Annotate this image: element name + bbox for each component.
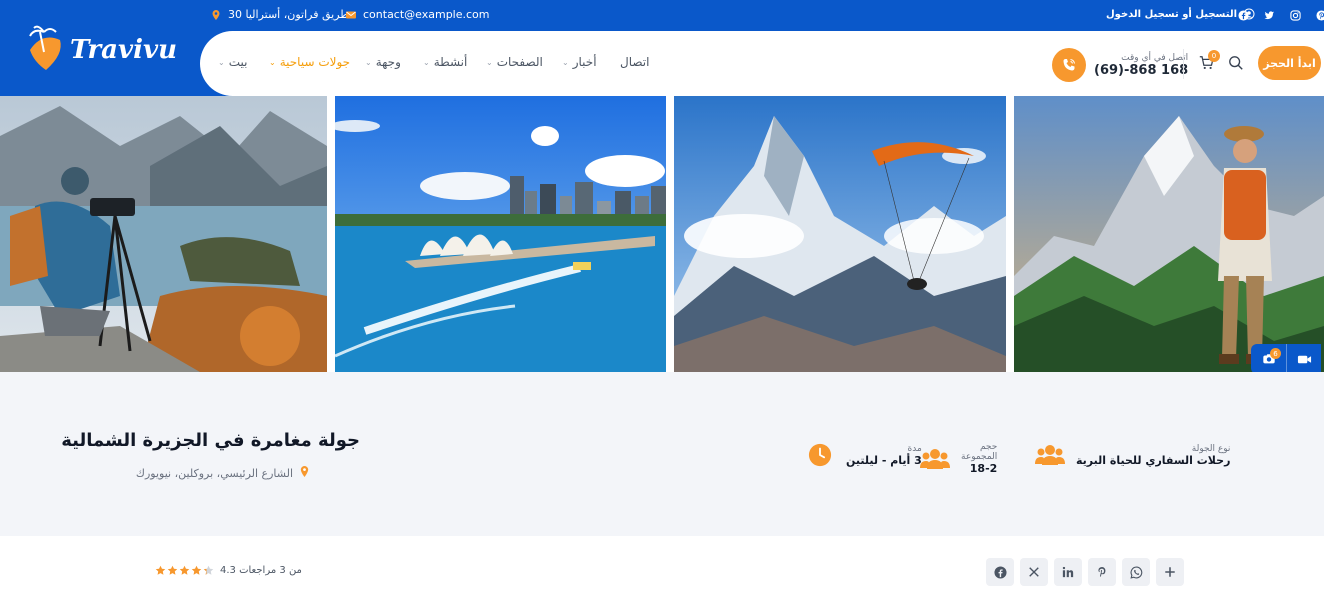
search-button[interactable] [1228,55,1246,73]
twitter-icon[interactable] [1256,8,1282,22]
main-nav-bar: ⌄ بيت ⌄ جولات سياحية ⌄ وجهة ⌄ أنشطة ⌄ ال… [200,31,1324,96]
nav-item-contact[interactable]: اتصال [620,55,649,69]
star-icon [191,565,202,575]
facebook-icon[interactable] [1230,8,1256,22]
address-info: طريق فراتون، أستراليا 30 [210,8,349,21]
call-info[interactable]: اتصل في أي وقت (69)-868 168 [1052,48,1188,82]
gallery-media-buttons: 6 [1251,344,1321,374]
nav-label: وجهة [375,55,401,69]
fact-value: 18-2 [969,462,998,475]
gallery-image-hiker[interactable] [1014,96,1324,372]
pinterest-icon[interactable] [1308,8,1324,22]
nav-label: أنشطة [433,55,468,69]
share-x-button[interactable] [1020,558,1048,586]
fact-label: نوع الجولة [1191,443,1231,454]
login-text: التسجيل أو تسجيل الدخول [1106,8,1238,20]
chevron-down-icon: ⌄ [423,57,430,67]
map-pin-icon [210,9,222,21]
call-label: اتصل في أي وقت [1121,52,1189,63]
video-camera-icon [1297,355,1311,363]
fact-tour-type: نوع الجولة رحلات السفاري للحياة البرية [1034,442,1230,468]
fact-group-size: حجم المجموعة 18-2 [919,442,997,475]
map-pin-icon [299,465,310,481]
video-button[interactable] [1286,344,1321,374]
whatsapp-icon [1129,566,1142,579]
x-icon [1029,567,1039,577]
share-facebook-button[interactable] [986,558,1014,586]
site-logo[interactable]: Travivu [20,22,180,74]
nav-item-tours[interactable]: ⌄ جولات سياحية [269,55,350,69]
rating-text: من 3 مراجعات 4.3 [220,565,302,576]
top-bar: طريق فراتون، أستراليا 30 contact@example… [200,0,1324,30]
rating-summary: من 3 مراجعات 4.3 [155,565,302,576]
photo-count-badge: 6 [1270,348,1281,359]
star-icon [179,565,190,575]
group-icon [919,446,951,472]
fact-duration: مدة 3 أيام - ليلتين [804,442,922,468]
address-text: طريق فراتون، أستراليا 30 [228,8,350,21]
nav-item-activities[interactable]: ⌄ أنشطة [423,55,467,69]
nav-label: الصفحات [496,55,543,69]
tour-title: جولة مغامرة في الجزيرة الشمالية [61,430,360,451]
star-icon [167,565,178,575]
location-text: الشارع الرئيسي، بروكلين، نيويورك [135,466,293,480]
share-more-button[interactable] [1156,558,1184,586]
instagram-icon[interactable] [1282,8,1308,22]
search-icon [1229,56,1243,70]
linkedin-icon [1062,566,1074,578]
cart-button[interactable]: 0 [1198,50,1220,74]
gallery-image-photographer[interactable] [0,96,327,372]
nav-item-pages[interactable]: ⌄ الصفحات [486,55,543,69]
nav-label: بيت [228,55,248,69]
fact-label: مدة [907,443,922,454]
nav-label: جولات سياحية [279,55,351,69]
logo-text: Travivu [70,35,177,65]
share-pinterest-button[interactable] [1088,558,1116,586]
fact-label: حجم المجموعة [961,442,998,462]
share-buttons [986,558,1184,586]
photos-button[interactable]: 6 [1251,344,1286,374]
tour-meta-bar: من 3 مراجعات 4.3 [0,536,1324,593]
chevron-down-icon: ⌄ [218,57,225,67]
chevron-down-icon: ⌄ [486,57,493,67]
chevron-down-icon: ⌄ [365,57,372,67]
call-number: (69)-868 168 [1094,62,1189,78]
start-booking-button[interactable]: ابدأ الحجز [1258,46,1321,80]
nav-label: اتصال [620,55,650,69]
email-info[interactable]: contact@example.com [345,8,490,21]
nav-item-destination[interactable]: ⌄ وجهة [365,55,401,69]
mail-icon [345,9,357,21]
tour-info-section: جولة مغامرة في الجزيرة الشمالية الشارع ا… [0,372,1324,536]
cart-count-badge: 0 [1208,50,1220,62]
facebook-icon [993,565,1007,579]
phone-icon [1052,48,1086,82]
users-icon [1034,442,1066,468]
fact-value: 3 أيام - ليلتين [846,453,922,467]
share-linkedin-button[interactable] [1054,558,1082,586]
star-icon [155,565,166,575]
nav-label: أخبار [572,55,597,69]
star-rating [155,565,214,576]
email-text: contact@example.com [363,8,490,21]
plus-icon [1165,567,1175,577]
nav-item-news[interactable]: ⌄ أخبار [562,55,597,69]
gallery-image-sydney[interactable] [335,96,666,372]
nav-item-home[interactable]: ⌄ بيت [218,55,247,69]
fact-value: رحلات السفاري للحياة البرية [1076,453,1231,467]
chevron-down-icon: ⌄ [269,57,276,67]
star-half-icon [203,565,214,575]
gallery-image-paraglider[interactable] [674,96,1006,372]
chevron-down-icon: ⌄ [562,57,569,67]
share-whatsapp-button[interactable] [1122,558,1150,586]
tour-gallery: 6 [0,96,1324,374]
clock-icon [804,442,836,468]
site-header: Travivu طريق فراتون، أستراليا 30 contact… [0,0,1324,96]
social-links [1230,8,1324,22]
divider [1183,49,1184,79]
tour-location: الشارع الرئيسي، بروكلين، نيويورك [136,465,310,481]
pinterest-icon [1098,567,1106,578]
